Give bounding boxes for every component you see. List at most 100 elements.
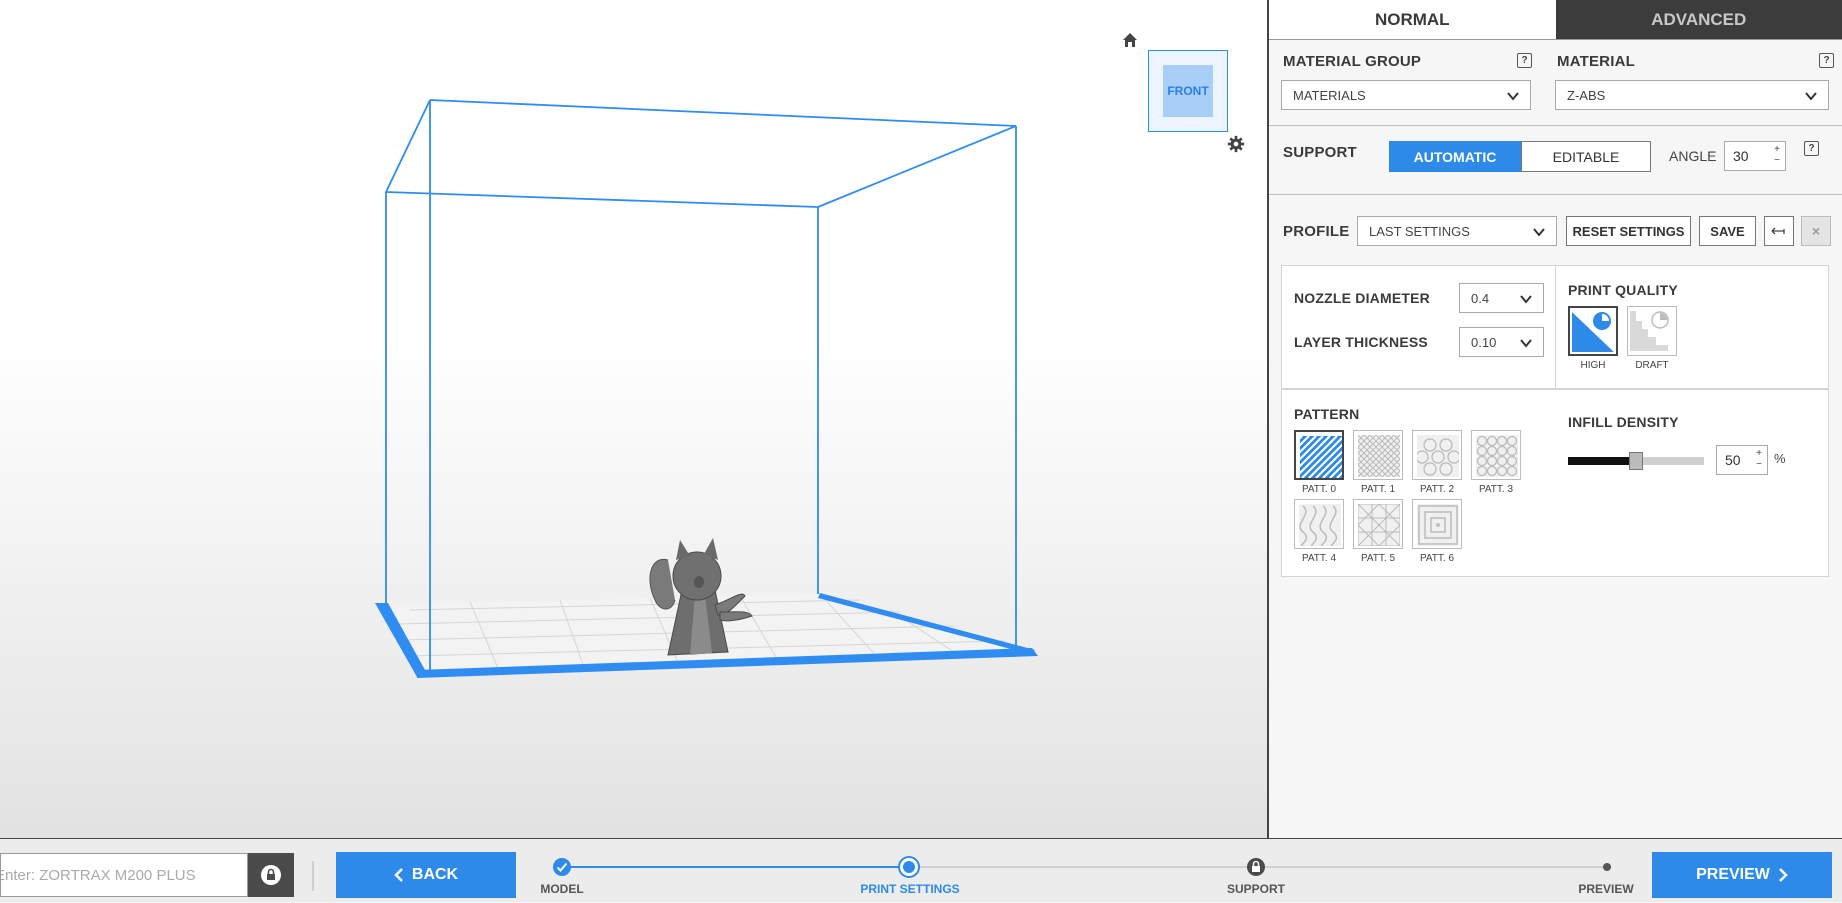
material-label: MATERIAL — [1557, 53, 1635, 70]
view-cube[interactable]: FRONT — [1148, 50, 1228, 132]
tab-advanced[interactable]: ADVANCED — [1556, 0, 1842, 39]
step-print-settings-label: PRINT SETTINGS — [860, 882, 959, 896]
printer-select-input[interactable]: Enter: ZORTRAX M200 PLUS — [0, 853, 248, 897]
pattern-option-2[interactable] — [1412, 430, 1462, 480]
pattern-option-label: PATT. 4 — [1294, 553, 1344, 564]
lock-icon — [1247, 858, 1265, 876]
print-quality-label: PRINT QUALITY — [1568, 282, 1678, 298]
tab-normal[interactable]: NORMAL — [1269, 0, 1556, 39]
material-group-help-icon[interactable]: ? — [1517, 53, 1532, 68]
pattern-3-icon — [1476, 435, 1518, 477]
pattern-5-icon — [1358, 504, 1400, 546]
draft-quality-icon — [1628, 307, 1674, 353]
nozzle-diameter-select[interactable]: 0.4 — [1459, 283, 1544, 313]
step-preview-dot[interactable] — [1603, 863, 1611, 871]
layer-thickness-label: LAYER THICKNESS — [1294, 334, 1428, 350]
pattern-0-icon — [1300, 436, 1342, 478]
chevron-left-icon — [394, 868, 404, 882]
angle-stepper[interactable]: +− — [1771, 144, 1783, 168]
step-print-settings-dot[interactable] — [900, 858, 918, 876]
bottom-toolbar: Enter: ZORTRAX M200 PLUS BACK MODEL PRIN… — [0, 838, 1842, 902]
high-quality-icon — [1570, 308, 1616, 354]
quality-draft-option[interactable] — [1627, 306, 1677, 356]
pattern-option-label: PATT. 1 — [1353, 484, 1403, 495]
support-editable-button[interactable]: EDITABLE — [1521, 141, 1651, 172]
pattern-option-label: PATT. 6 — [1412, 553, 1462, 564]
divider — [1269, 125, 1842, 126]
back-button[interactable]: BACK — [336, 852, 516, 898]
nozzle-diameter-label: NOZZLE DIAMETER — [1294, 290, 1430, 306]
pattern-option-label: PATT. 2 — [1412, 484, 1462, 495]
infill-density-slider[interactable] — [1568, 457, 1704, 465]
pattern-option-3[interactable] — [1471, 430, 1521, 480]
slider-fill — [1568, 457, 1636, 465]
angle-label: ANGLE — [1669, 148, 1716, 164]
chevron-down-icon — [1532, 225, 1546, 239]
step-progress-line — [562, 866, 910, 868]
quality-high-label: HIGH — [1568, 360, 1618, 371]
check-icon — [553, 858, 571, 876]
gear-icon[interactable] — [1227, 135, 1245, 153]
pattern-option-5[interactable] — [1353, 499, 1403, 549]
infill-density-stepper[interactable]: +− — [1753, 448, 1765, 472]
profile-label: PROFILE — [1283, 223, 1349, 240]
pattern-option-label: PATT. 0 — [1294, 484, 1344, 495]
infill-density-value: 50 — [1725, 452, 1741, 468]
home-icon[interactable] — [1122, 32, 1138, 48]
settings-panel: NORMAL ADVANCED MATERIAL GROUP ? MATERIA… — [1267, 0, 1842, 838]
step-preview-label: PREVIEW — [1578, 882, 1633, 896]
pattern-option-label: PATT. 5 — [1353, 553, 1403, 564]
pattern-option-6[interactable] — [1412, 499, 1462, 549]
chevron-down-icon — [1506, 89, 1520, 103]
angle-input[interactable]: 30 +− — [1724, 141, 1786, 171]
pattern-option-label: PATT. 3 — [1471, 484, 1521, 495]
angle-value: 30 — [1733, 148, 1749, 164]
layer-thickness-select[interactable]: 0.10 — [1459, 327, 1544, 357]
nozzle-diameter-value: 0.4 — [1471, 291, 1489, 306]
infill-density-input[interactable]: 50 +− — [1716, 445, 1768, 475]
divider — [312, 861, 314, 891]
pattern-1-icon — [1358, 435, 1400, 477]
step-model-label: MODEL — [540, 882, 583, 896]
material-help-icon[interactable]: ? — [1819, 53, 1834, 68]
quality-high-option[interactable] — [1568, 306, 1618, 356]
reset-settings-button[interactable]: RESET SETTINGS — [1566, 216, 1691, 246]
back-label: BACK — [412, 866, 458, 884]
material-group-select[interactable]: MATERIALS — [1281, 80, 1531, 110]
material-select[interactable]: Z-ABS — [1555, 80, 1829, 110]
view-cube-front-face[interactable]: FRONT — [1163, 65, 1213, 117]
support-label: SUPPORT — [1283, 144, 1357, 161]
material-group-label: MATERIAL GROUP — [1283, 53, 1421, 70]
pattern-option-0[interactable] — [1294, 430, 1344, 480]
arrow-left-icon — [1771, 226, 1787, 236]
printer-placeholder: Enter: ZORTRAX M200 PLUS — [0, 867, 196, 884]
percent-unit: % — [1774, 451, 1786, 466]
printer-lock-button[interactable] — [248, 853, 294, 897]
preview-button[interactable]: PREVIEW — [1652, 852, 1832, 898]
profile-select[interactable]: LAST SETTINGS — [1357, 216, 1557, 246]
delete-profile-button[interactable]: × — [1801, 216, 1831, 246]
support-help-icon[interactable]: ? — [1804, 141, 1819, 156]
chevron-down-icon — [1804, 89, 1818, 103]
close-icon: × — [1812, 223, 1820, 239]
support-automatic-button[interactable]: AUTOMATIC — [1389, 141, 1521, 172]
mode-tabs: NORMAL ADVANCED — [1269, 0, 1842, 40]
layer-thickness-value: 0.10 — [1471, 335, 1496, 350]
slider-handle[interactable] — [1629, 452, 1643, 470]
3d-viewport[interactable]: FRONT — [0, 0, 1268, 838]
quality-draft-label: DRAFT — [1627, 360, 1677, 371]
pattern-option-1[interactable] — [1353, 430, 1403, 480]
lock-icon — [260, 864, 282, 886]
pattern-4-icon — [1299, 504, 1341, 546]
chevron-right-icon — [1778, 868, 1788, 882]
rename-profile-button[interactable] — [1764, 216, 1794, 246]
material-group-value: MATERIALS — [1293, 88, 1366, 103]
pattern-option-4[interactable] — [1294, 499, 1344, 549]
save-profile-button[interactable]: SAVE — [1699, 216, 1756, 246]
build-volume-scene[interactable] — [0, 0, 1268, 838]
step-support-dot[interactable] — [1247, 858, 1265, 876]
material-value: Z-ABS — [1567, 88, 1605, 103]
step-model-dot[interactable] — [553, 858, 571, 876]
infill-density-label: INFILL DENSITY — [1568, 414, 1679, 430]
preview-label: PREVIEW — [1696, 866, 1770, 884]
